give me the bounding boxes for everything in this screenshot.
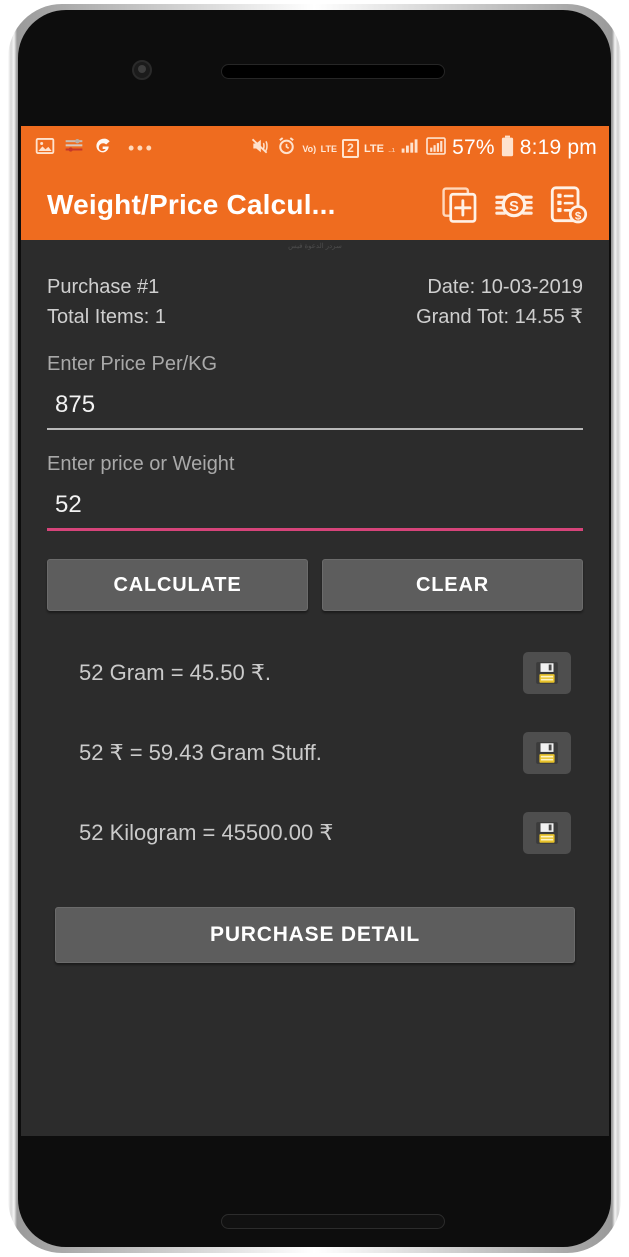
volte-line1: Vo)	[302, 144, 317, 154]
front-camera-icon	[132, 60, 152, 80]
vibrate-mute-icon	[249, 136, 271, 161]
purchase-detail-button[interactable]: PURCHASE DETAIL	[55, 907, 575, 963]
save-floppy-icon[interactable]	[523, 732, 571, 774]
price-or-weight-label: Enter price or Weight	[47, 453, 235, 475]
lte-icon: LTE ..1	[363, 143, 396, 155]
g-logo-icon	[93, 136, 113, 161]
clear-button[interactable]: CLEAR	[322, 559, 583, 611]
earpiece-speaker	[221, 64, 445, 79]
invoice-dollar-icon[interactable]: $	[541, 178, 595, 232]
results-list: 52 Gram = 45.50 ₹. 52 ₹ = 59.43 Gram Stu…	[47, 633, 583, 873]
volte-line2: LTE	[320, 144, 337, 154]
total-items-label: Total Items: 1	[47, 306, 166, 328]
action-button-row: CALCULATE CLEAR	[47, 559, 583, 611]
result-text: 52 ₹ = 59.43 Gram Stuff.	[79, 740, 322, 765]
main-content: سردر الدعوة فيس Purchase #1 Total Items:…	[21, 240, 609, 1136]
coins-dollar-icon[interactable]: S	[487, 178, 541, 232]
bottom-speaker	[221, 1214, 445, 1229]
alarm-clock-icon	[276, 136, 297, 161]
phone-screen: ••• Vo) LTE 2 LTE ..1 57% 8:19 pm Weight…	[21, 126, 609, 1136]
clock-label: 8:19 pm	[519, 136, 597, 159]
svg-text:S: S	[509, 199, 519, 215]
price-per-kg-field-block: Enter Price Per/KG 875	[47, 352, 583, 430]
signal-bars-sim2-icon	[425, 136, 447, 161]
calculate-button[interactable]: CALCULATE	[47, 559, 308, 611]
save-floppy-icon[interactable]	[523, 652, 571, 694]
svg-text:$: $	[575, 210, 582, 222]
page-title: Weight/Price Calcul...	[47, 189, 336, 220]
price-per-kg-label: Enter Price Per/KG	[47, 353, 218, 375]
result-row: 52 ₹ = 59.43 Gram Stuff.	[47, 713, 583, 793]
price-or-weight-input[interactable]: 52	[47, 490, 583, 531]
battery-icon	[500, 135, 515, 162]
status-bar-left-icons: •••	[35, 136, 154, 161]
app-bar: Weight/Price Calcul... S $	[21, 170, 609, 240]
signal-bars-sim1-icon	[400, 136, 420, 161]
purchase-number-label: Purchase #1	[47, 276, 160, 298]
purchase-summary-left: Purchase #1 Total Items: 1	[47, 274, 166, 330]
result-row: 52 Kilogram = 45500.00 ₹	[47, 793, 583, 873]
result-row: 52 Gram = 45.50 ₹.	[47, 633, 583, 713]
save-floppy-icon[interactable]	[523, 812, 571, 854]
purchase-summary-right: Date: 10-03-2019 Grand Tot: 14.55 ₹	[416, 274, 583, 330]
more-status-icons: •••	[128, 138, 155, 158]
purchase-detail-wrap: PURCHASE DETAIL	[47, 907, 583, 963]
date-label: Date: 10-03-2019	[427, 276, 583, 298]
grand-total-label: Grand Tot: 14.55 ₹	[416, 306, 583, 328]
lte-label: LTE	[363, 143, 384, 155]
status-bar-right-icons: Vo) LTE 2 LTE ..1 57% 8:19 pm	[249, 135, 597, 162]
sliders-icon	[64, 136, 84, 161]
price-or-weight-field-block: Enter price or Weight 52	[47, 452, 583, 531]
volte-icon: Vo) LTE	[302, 139, 337, 157]
result-text: 52 Kilogram = 45500.00 ₹	[79, 820, 334, 845]
battery-percent-label: 57%	[452, 136, 495, 159]
result-text: 52 Gram = 45.50 ₹.	[79, 660, 271, 685]
gallery-icon	[35, 136, 55, 161]
add-purchase-icon[interactable]	[433, 178, 487, 232]
status-bar: ••• Vo) LTE 2 LTE ..1 57% 8:19 pm	[21, 126, 609, 170]
sim2-icon: 2	[341, 138, 359, 158]
price-per-kg-input[interactable]: 875	[47, 390, 583, 430]
purchase-summary: Purchase #1 Total Items: 1 Date: 10-03-2…	[47, 240, 583, 330]
